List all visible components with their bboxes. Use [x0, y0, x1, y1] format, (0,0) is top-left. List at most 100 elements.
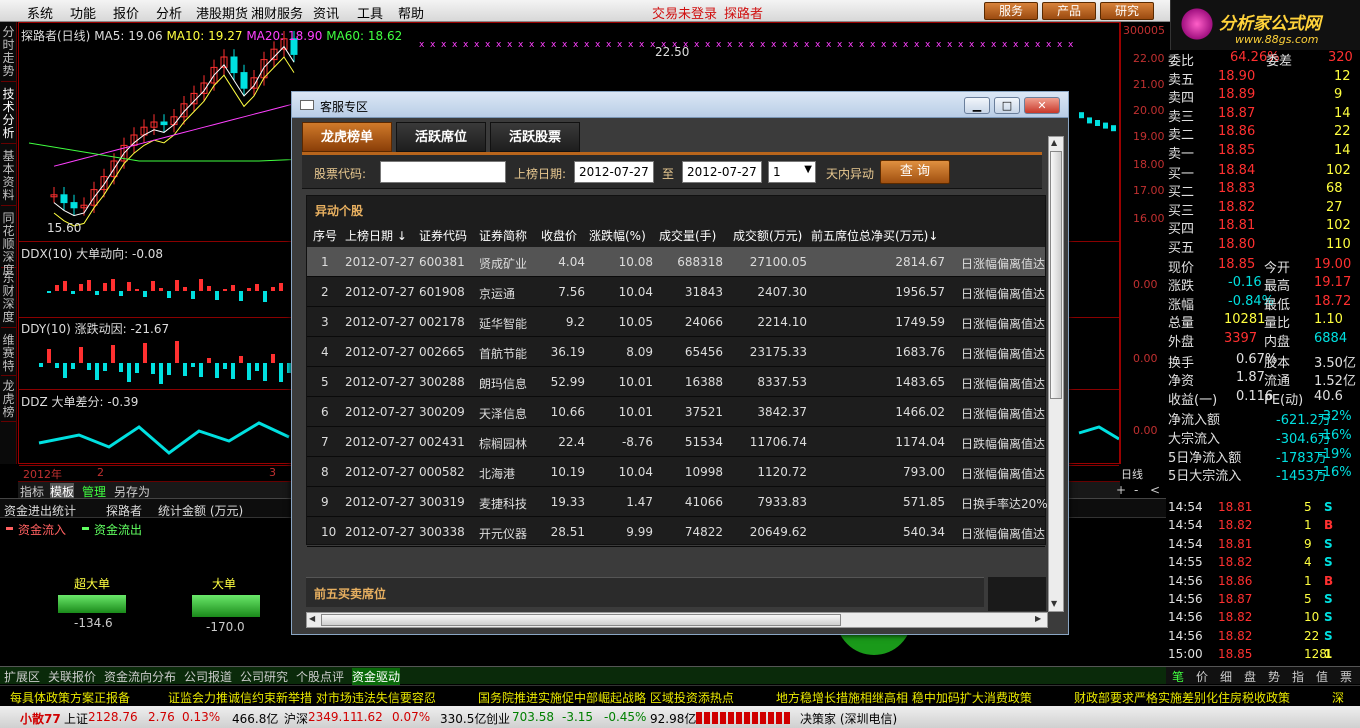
vtab-technical[interactable]: 技术分析: [1, 88, 16, 144]
vtab-intraday[interactable]: 分时走势: [1, 26, 16, 82]
signal-mark: x: [485, 40, 491, 50]
menu-news[interactable]: 资讯: [313, 3, 339, 22]
stock-code-input[interactable]: [380, 161, 506, 183]
vtab-wisetech[interactable]: 维赛特: [1, 334, 16, 376]
side-tab[interactable]: 值: [1316, 668, 1328, 685]
tab-extension[interactable]: 扩展区: [4, 668, 40, 685]
scroll-up-icon[interactable]: ▲: [1051, 138, 1057, 147]
query-button[interactable]: 查 询: [880, 160, 950, 184]
column-header[interactable]: 证券代码: [419, 227, 467, 244]
research-button[interactable]: 研究: [1100, 2, 1154, 20]
dialog-titlebar[interactable]: 客服专区 ▁ □ ✕: [292, 92, 1068, 118]
tab-active-stocks[interactable]: 活跃股票: [490, 122, 580, 152]
vertical-scrollbar[interactable]: ▲ ▼: [1048, 136, 1064, 612]
tab-stock-review[interactable]: 个股点评: [296, 668, 344, 685]
menu-function[interactable]: 功能: [70, 3, 96, 22]
news-item[interactable]: 财政部要求严格实施差别化住房税收政策: [1074, 689, 1290, 705]
side-tab[interactable]: 细: [1220, 668, 1232, 685]
vtab-ths-depth[interactable]: 同花顺深度: [1, 212, 16, 277]
tab-company-report[interactable]: 公司报道: [184, 668, 232, 685]
ask-row: 卖四 18.89 9: [1168, 87, 1358, 106]
menu-help[interactable]: 帮助: [398, 3, 424, 22]
table-row[interactable]: 8 2012-07-27 000582 北海港 10.19 10.04 10998 1120.…: [307, 457, 1045, 487]
news-item[interactable]: 每具体政策方案正报备: [10, 689, 130, 705]
horizontal-scroll-thumb[interactable]: [321, 614, 841, 626]
side-tab[interactable]: 势: [1268, 668, 1280, 685]
vtab-dragon-tiger[interactable]: 龙虎榜: [1, 380, 16, 422]
close-button[interactable]: ✕: [1024, 97, 1060, 114]
table-cell: 36.19: [550, 345, 585, 359]
vertical-scroll-thumb[interactable]: [1050, 151, 1062, 399]
ddx-bar: [255, 284, 259, 291]
column-header[interactable]: 收盘价: [541, 227, 577, 244]
side-tab[interactable]: 票: [1340, 668, 1352, 685]
table-row[interactable]: 6 2012-07-27 300209 天泽信息 10.66 10.01 37521 3842…: [307, 397, 1045, 427]
column-header[interactable]: 前五席位总净买(万元)↓: [811, 227, 938, 244]
bar-value-super: -134.6: [74, 616, 113, 630]
period-label[interactable]: 日线: [1121, 466, 1143, 482]
tab-fund-drive[interactable]: 资金驱动: [352, 668, 401, 685]
scroll-right-icon[interactable]: ▶: [1035, 614, 1041, 623]
service-button[interactable]: 服务: [984, 2, 1038, 20]
menu-quote[interactable]: 报价: [113, 3, 139, 22]
date-from-input[interactable]: 2012-07-27: [574, 161, 654, 183]
news-item[interactable]: 深: [1332, 689, 1344, 705]
menu-tools[interactable]: 工具: [357, 3, 383, 22]
table-row[interactable]: 4 2012-07-27 002665 首航节能 36.19 8.09 65456 23175…: [307, 337, 1045, 367]
news-item[interactable]: 国务院推进实施促中部崛起战略 区域投资添热点: [478, 689, 734, 705]
axis-tick: 16.00: [1133, 212, 1165, 225]
maximize-button[interactable]: □: [994, 97, 1020, 114]
tab-related-quote[interactable]: 关联报价: [48, 668, 96, 685]
tick-price: 18.81: [1218, 500, 1253, 514]
column-header[interactable]: 序号: [313, 227, 337, 244]
table-row[interactable]: 7 2012-07-27 002431 棕榈园林 22.4 -8.76 51534 11706…: [307, 427, 1045, 457]
side-tab[interactable]: 指: [1292, 668, 1304, 685]
side-tab[interactable]: 价: [1196, 668, 1208, 685]
table-cell: 1174.04: [895, 435, 945, 449]
tab-company-research[interactable]: 公司研究: [240, 668, 288, 685]
tick-list[interactable]: 14:54 18.81 5 S 14:54 18.82 1 B 14:54 18.81 9 S 14:5…: [1166, 500, 1360, 665]
column-header[interactable]: 上榜日期 ↓: [345, 227, 407, 244]
menu-xiangcai[interactable]: 湘财服务: [251, 3, 303, 22]
table-row[interactable]: 5 2012-07-27 300288 朗玛信息 52.99 10.01 16388 8337…: [307, 367, 1045, 397]
product-button[interactable]: 产品: [1042, 2, 1096, 20]
column-header[interactable]: 成交量(手): [659, 227, 716, 244]
tab-dragon-tiger-list[interactable]: 龙虎榜单: [302, 122, 392, 152]
table-row[interactable]: 10 2012-07-27 300338 开元仪器 28.51 9.99 74822 2064…: [307, 517, 1045, 547]
tab-active-seats[interactable]: 活跃席位: [396, 122, 486, 152]
side-tab[interactable]: 笔: [1172, 668, 1184, 685]
ma-legend: 探路者(日线) MA5: 19.06 MA10: 19.27 MA20: 18.…: [21, 27, 402, 44]
side-tab[interactable]: 盘: [1244, 668, 1256, 685]
table-row[interactable]: 2 2012-07-27 601908 京运通 7.56 10.04 31843 2407.3…: [307, 277, 1045, 307]
zoom-out-button[interactable]: -: [1134, 483, 1138, 497]
days-select[interactable]: 1 ▼: [768, 161, 816, 183]
ma20-value: MA20: 18.90: [246, 29, 323, 43]
minimize-button[interactable]: ▁: [964, 97, 990, 114]
date-to-input[interactable]: 2012-07-27: [682, 161, 762, 183]
vtab-fundamental[interactable]: 基本资料: [1, 150, 16, 206]
menu-system[interactable]: 系统: [27, 3, 53, 22]
zoom-in-button[interactable]: +: [1116, 483, 1126, 497]
scroll-down-icon[interactable]: ▼: [1051, 599, 1057, 608]
news-ticker[interactable]: 每具体政策方案正报备 证监会力推诚信约束新举措 对市场违法失信要容忍 国务院推进…: [0, 685, 1360, 705]
news-item[interactable]: 地方稳增长措施相继高相 稳中加码扩大消费政策: [776, 689, 1032, 705]
news-item[interactable]: 证监会力推诚信约束新举措 对市场违法失信要容忍: [168, 689, 436, 705]
column-header[interactable]: 涨跌幅(%): [589, 227, 646, 244]
horizontal-scrollbar[interactable]: ◀ ▶: [306, 612, 1048, 628]
table-cell: 10.05: [618, 315, 653, 329]
table-cell: 7.56: [558, 285, 585, 299]
column-header[interactable]: 成交额(万元): [733, 227, 802, 244]
table-row[interactable]: 1 2012-07-27 600381 贤成矿业 4.04 10.08 688318 2710…: [307, 247, 1045, 277]
menu-analysis[interactable]: 分析: [156, 3, 182, 22]
table-cell: 688318: [677, 255, 723, 269]
scroll-left-button[interactable]: <: [1150, 483, 1160, 497]
tick-side: S: [1324, 500, 1333, 514]
vtab-eastmoney-depth[interactable]: 东财深度: [1, 272, 16, 328]
trade-login-status[interactable]: 交易未登录: [652, 3, 717, 22]
menu-hk-futures[interactable]: 港股期货: [196, 3, 248, 22]
table-row[interactable]: 3 2012-07-27 002178 延华智能 9.2 10.05 24066 2214.1…: [307, 307, 1045, 337]
scroll-left-icon[interactable]: ◀: [309, 614, 315, 623]
tab-fund-distribution[interactable]: 资金流向分布: [104, 668, 176, 685]
table-row[interactable]: 9 2012-07-27 300319 麦捷科技 19.33 1.47 41066 7933.…: [307, 487, 1048, 517]
column-header[interactable]: 证券简称: [479, 227, 527, 244]
